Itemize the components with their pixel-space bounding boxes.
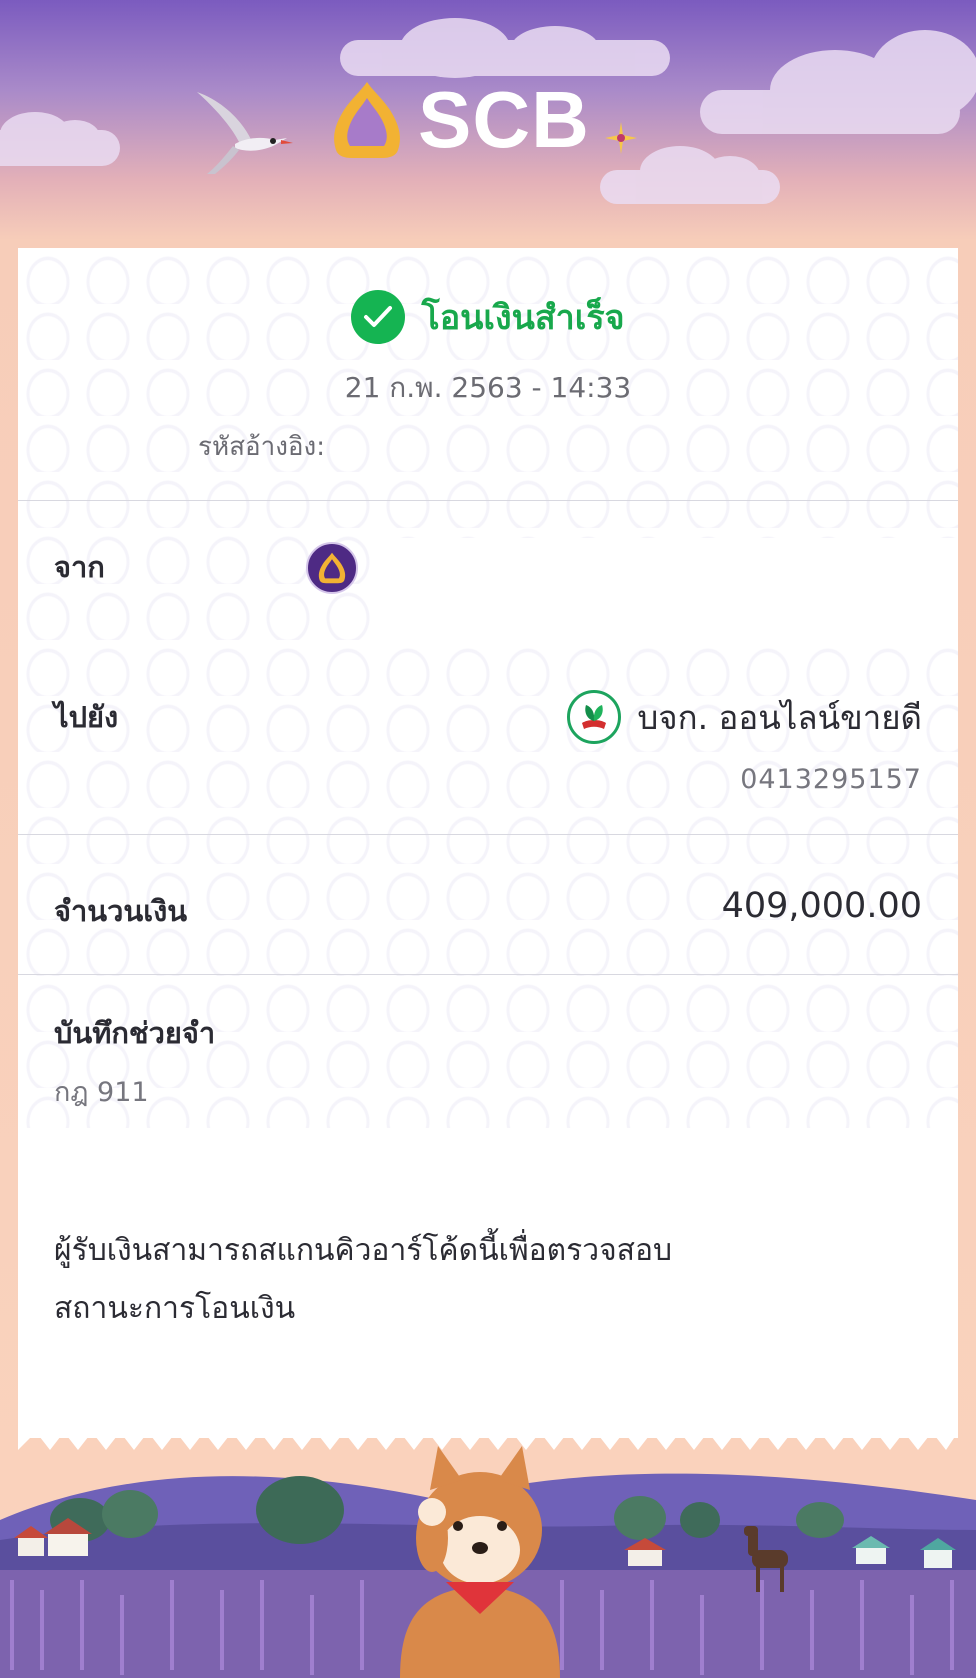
lavender-field-illustration <box>0 1430 976 1678</box>
amount-value: 409,000.00 <box>721 886 922 926</box>
from-label: จาก <box>54 550 105 584</box>
scb-logo: SCB <box>330 80 590 160</box>
to-label: ไปยัง <box>54 700 119 734</box>
recipient-name: บจก. ออนไลน์ขายดี <box>637 697 922 737</box>
bird-icon <box>197 92 293 174</box>
cloud-decoration <box>340 18 670 78</box>
scb-bank-icon <box>306 542 358 594</box>
divider <box>18 500 958 501</box>
transaction-datetime: 21 ก.พ. 2563 - 14:33 <box>344 371 632 404</box>
header-banner: SCB <box>0 0 976 248</box>
check-circle-icon <box>351 290 406 344</box>
cloud-decoration <box>0 112 120 166</box>
sparkle-icon <box>605 122 637 154</box>
qr-verification-note: ผู้รับเงินสามารถสแกนคิวอาร์โค้ดนี้เพื่อต… <box>54 1233 673 1326</box>
transfer-status: โอนเงินสำเร็จ <box>18 290 958 344</box>
recipient: บจก. ออนไลน์ขายดี <box>567 690 922 744</box>
kbank-icon <box>567 690 622 744</box>
scb-logo-mark-icon <box>334 82 400 158</box>
divider <box>18 834 958 835</box>
recipient-account-number: 0413295157 <box>740 764 922 795</box>
divider <box>18 974 958 975</box>
memo-value: กฎ 911 <box>54 1077 149 1108</box>
cloud-decoration <box>700 30 976 134</box>
receipt-card: โอนเงินสำเร็จ 21 ก.พ. 2563 - 14:33 รหัสอ… <box>18 248 958 1438</box>
cloud-decoration <box>600 146 780 204</box>
memo-label: บันทึกช่วยจำ <box>54 1016 216 1050</box>
reference-label: รหัสอ้างอิง: <box>198 432 325 462</box>
status-text: โอนเงินสำเร็จ <box>421 298 625 338</box>
brand-name: SCB <box>418 75 590 164</box>
amount-label: จำนวนเงิน <box>54 894 188 928</box>
